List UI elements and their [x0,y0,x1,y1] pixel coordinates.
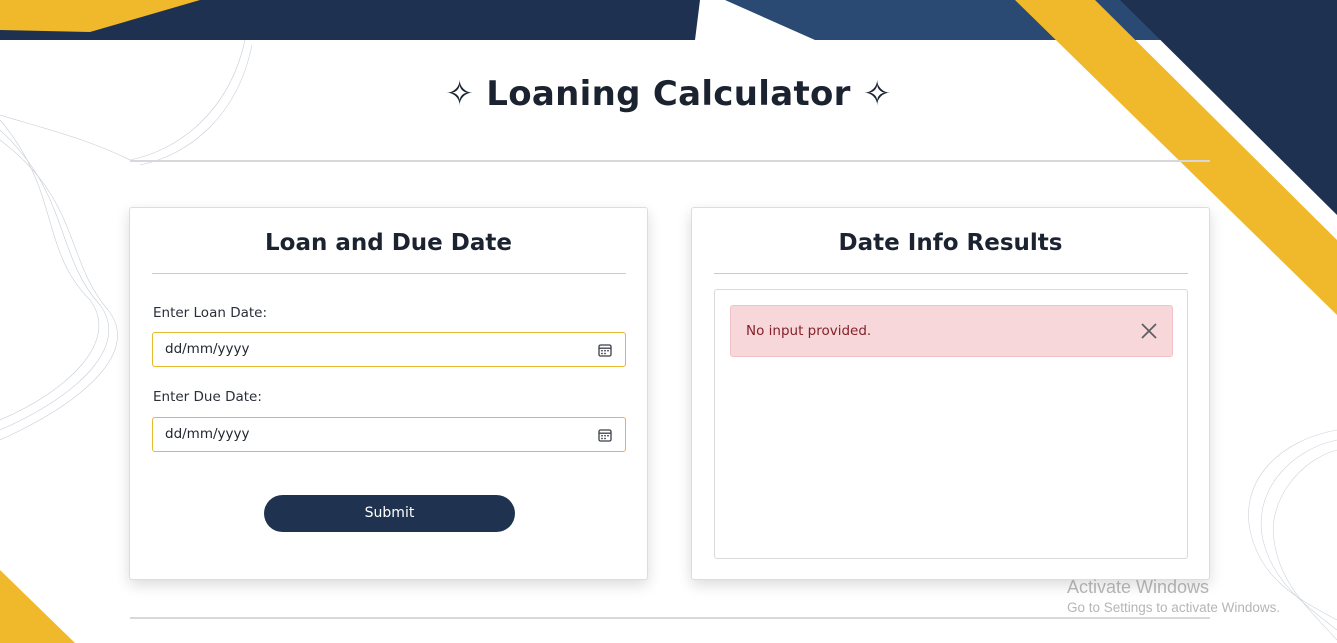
no-input-alert: No input provided. [730,305,1173,357]
alert-message: No input provided. [746,323,872,339]
page-title: ✧ Loaning Calculator ✧ [445,74,892,114]
loan-date-label: Enter Loan Date: [153,305,268,321]
bottom-left-gold-corner [0,570,75,643]
calendar-icon[interactable] [598,343,612,357]
header-divider [130,160,1210,162]
close-icon[interactable] [1140,322,1158,340]
watermark-title: Activate Windows [1067,577,1210,597]
loan-card-divider [152,273,626,274]
footer-divider [130,617,1210,619]
results-card-divider [714,273,1188,274]
loan-card-title: Loan and Due Date [264,230,512,256]
due-date-placeholder: dd/mm/yyyy [165,426,250,442]
results-panel: No input provided. [714,289,1188,559]
activate-windows-watermark: Activate Windows Go to Settings to activ… [1067,577,1280,615]
loan-date-card: Loan and Due Date Enter Loan Date: dd/mm… [129,207,648,580]
due-date-label: Enter Due Date: [153,389,262,405]
results-card-title: Date Info Results [838,230,1063,256]
calendar-icon[interactable] [598,428,612,442]
watermark-subtitle: Go to Settings to activate Windows. [1067,600,1281,615]
submit-button[interactable]: Submit [264,495,515,532]
loan-date-input[interactable]: dd/mm/yyyy [152,332,626,367]
due-date-input[interactable]: dd/mm/yyyy [152,417,626,452]
results-card: Date Info Results No input provided. [691,207,1210,580]
loan-date-placeholder: dd/mm/yyyy [165,341,250,357]
